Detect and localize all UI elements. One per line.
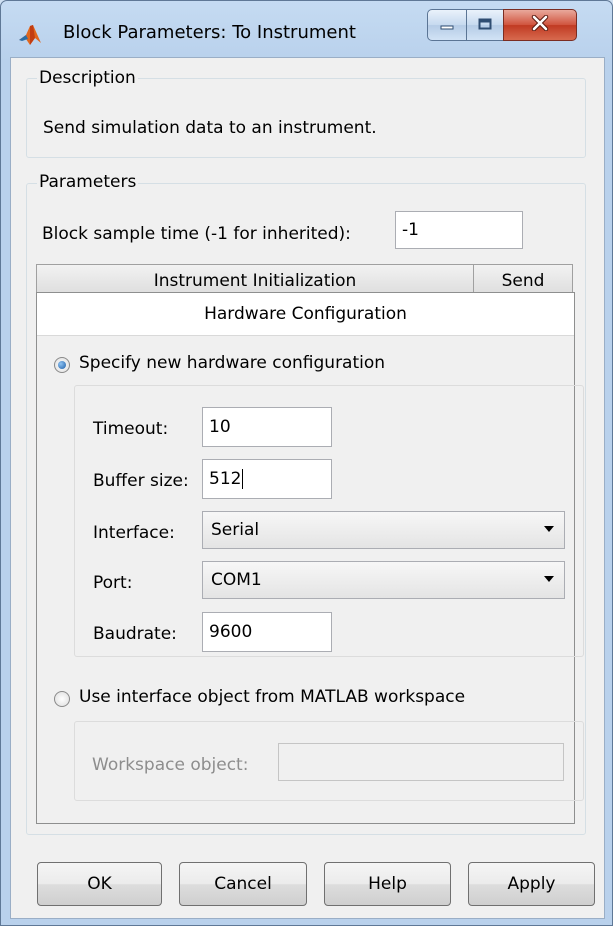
tab-label: Send	[501, 271, 545, 291]
port-value: COM1	[211, 570, 262, 590]
timeout-input[interactable]: 10	[202, 407, 332, 447]
baudrate-input[interactable]: 9600	[202, 612, 332, 652]
help-label: Help	[368, 874, 407, 894]
timeout-label: Timeout:	[93, 419, 169, 439]
interface-value: Serial	[211, 520, 260, 540]
sample-time-input[interactable]: -1	[395, 211, 523, 249]
title-bar[interactable]: Block Parameters: To Instrument	[1, 1, 612, 57]
interface-label: Interface:	[93, 523, 175, 543]
minimize-icon	[440, 15, 454, 35]
port-select[interactable]: COM1	[202, 561, 565, 599]
close-icon	[531, 14, 549, 36]
buffer-size-input[interactable]: 512	[202, 459, 332, 499]
minimize-button[interactable]	[427, 9, 467, 41]
chevron-down-icon	[544, 576, 554, 582]
hardware-configuration-header: Hardware Configuration	[37, 293, 574, 336]
specify-new-hardware-label[interactable]: Specify new hardware configuration	[79, 353, 385, 373]
apply-label: Apply	[507, 874, 556, 894]
panel-title: Hardware Configuration	[204, 304, 407, 324]
port-label: Port:	[93, 573, 133, 593]
description-text: Send simulation data to an instrument.	[43, 118, 377, 138]
parameters-group-label: Parameters	[37, 172, 139, 192]
sample-time-label: Block sample time (-1 for inherited):	[42, 224, 351, 244]
window-title: Block Parameters: To Instrument	[63, 22, 356, 43]
sample-time-value: -1	[402, 220, 419, 240]
chevron-down-icon	[544, 526, 554, 532]
buffer-size-value: 512	[209, 469, 242, 489]
description-group-label: Description	[37, 68, 138, 88]
timeout-value: 10	[209, 417, 231, 437]
use-workspace-object-label[interactable]: Use interface object from MATLAB workspa…	[79, 687, 465, 707]
use-workspace-object-radio[interactable]	[54, 691, 70, 707]
text-cursor	[242, 469, 244, 489]
interface-select[interactable]: Serial	[202, 511, 565, 549]
dialog-client-area: Description Send simulation data to an i…	[10, 57, 605, 919]
radio-selected-dot	[58, 361, 66, 369]
workspace-object-label: Workspace object:	[92, 755, 249, 775]
specify-new-hardware-radio[interactable]	[54, 357, 70, 373]
cancel-label: Cancel	[214, 874, 272, 894]
caption-buttons	[427, 9, 577, 41]
maximize-button[interactable]	[467, 9, 503, 41]
tab-label: Instrument Initialization	[153, 271, 357, 291]
workspace-object-input[interactable]	[278, 743, 564, 781]
ok-label: OK	[87, 874, 112, 894]
help-button[interactable]: Help	[324, 862, 451, 906]
buffer-size-label: Buffer size:	[93, 471, 189, 491]
maximize-icon	[478, 15, 492, 35]
close-button[interactable]	[503, 9, 577, 41]
hardware-configuration-panel: Hardware Configuration Specify new hardw…	[36, 292, 584, 824]
apply-button[interactable]: Apply	[468, 862, 595, 906]
dialog-window: Block Parameters: To Instrument Descript…	[0, 0, 613, 926]
matlab-icon	[18, 24, 42, 46]
cancel-button[interactable]: Cancel	[179, 862, 307, 906]
ok-button[interactable]: OK	[37, 862, 162, 906]
baudrate-label: Baudrate:	[93, 624, 177, 644]
baudrate-value: 9600	[209, 622, 253, 642]
